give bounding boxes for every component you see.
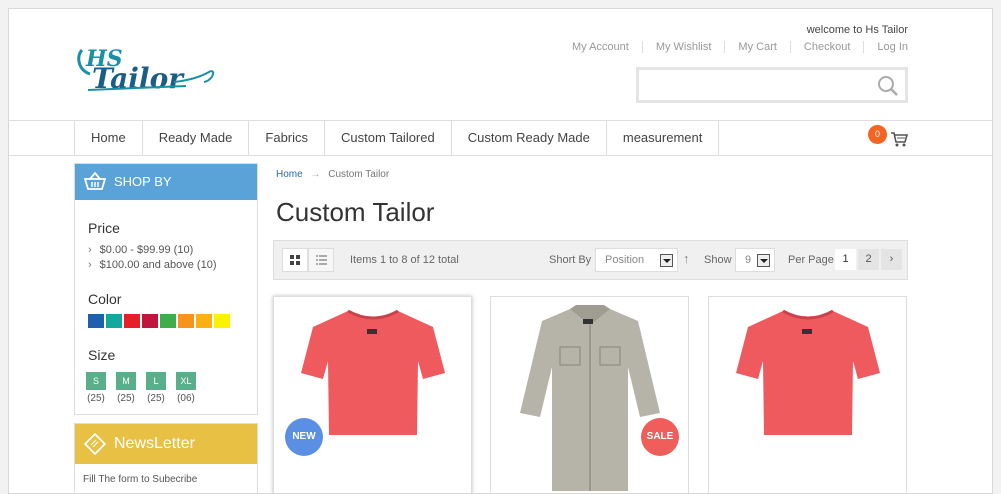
color-swatch-amber[interactable] <box>196 314 212 328</box>
sort-by-value: Position <box>605 254 645 266</box>
pagination: 1 2 › <box>835 249 902 270</box>
grid-view-button[interactable] <box>282 248 308 272</box>
size-count: (25) <box>117 393 135 404</box>
breadcrumb-home[interactable]: Home <box>276 169 303 180</box>
newsletter-icon <box>83 432 107 456</box>
sort-direction-arrow-icon[interactable]: ↑ <box>683 251 690 266</box>
nav-item-ready-made[interactable]: Ready Made <box>143 121 250 155</box>
breadcrumb: Home → Custom Tailor <box>276 169 389 180</box>
product-toolbar: Items 1 to 8 of 12 total Short By Positi… <box>273 240 908 280</box>
color-swatch-blue[interactable] <box>88 314 104 328</box>
search-icon[interactable] <box>877 75 899 97</box>
color-swatch-green[interactable] <box>160 314 176 328</box>
items-count: Items 1 to 8 of 12 total <box>350 254 459 266</box>
page-frame: HS Tailor welcome to Hs Tailor My Accoun… <box>8 8 993 494</box>
newsletter-header: NewsLetter <box>75 424 257 464</box>
newsletter-text: Fill The form to Subecribe <box>83 474 198 485</box>
product-card[interactable]: SALE <box>490 296 689 493</box>
list-view-button[interactable] <box>308 248 334 272</box>
product-card[interactable]: NEW <box>273 296 472 493</box>
show-select[interactable]: 9 <box>735 248 775 272</box>
newsletter-panel: NewsLetter Fill The form to Subecribe <box>74 423 258 493</box>
logo-graphic: HS Tailor <box>77 46 215 95</box>
breadcrumb-current: Custom Tailor <box>328 169 390 180</box>
color-swatch-crimson[interactable] <box>142 314 158 328</box>
nav-item-measurement[interactable]: measurement <box>607 121 720 155</box>
color-swatch-yellow[interactable] <box>214 314 230 328</box>
sort-by-select[interactable]: Position <box>595 248 678 272</box>
cart-button[interactable]: 0 <box>868 125 912 151</box>
my-account-link[interactable]: My Account <box>559 41 643 53</box>
price-filter-title: Price <box>88 220 120 236</box>
nav-item-custom-tailored[interactable]: Custom Tailored <box>325 121 452 155</box>
size-label: L <box>146 372 166 390</box>
new-badge: NEW <box>285 418 323 456</box>
sale-badge: SALE <box>641 418 679 456</box>
nav-item-custom-ready-made[interactable]: Custom Ready Made <box>452 121 607 155</box>
tshirt-image <box>736 309 880 435</box>
price-option[interactable]: $100.00 and above (10) <box>88 258 217 273</box>
newsletter-title: NewsLetter <box>114 435 195 452</box>
shirt-image <box>520 305 660 491</box>
welcome-message: welcome to Hs Tailor <box>806 24 908 36</box>
tshirt-image <box>301 309 445 435</box>
show-value: 9 <box>745 254 752 266</box>
color-filter-title: Color <box>88 291 122 307</box>
color-swatch-orange[interactable] <box>178 314 194 328</box>
view-mode-switcher <box>282 248 334 272</box>
per-page-label: Per Page <box>788 254 834 266</box>
sort-by-label: Short By <box>549 254 592 266</box>
size-count: (06) <box>177 393 195 404</box>
search-input[interactable] <box>639 70 869 100</box>
size-options: S (25) M (25) L (25) XL (06) <box>86 372 196 404</box>
main-nav: Home Ready Made Fabrics Custom Tailored … <box>9 120 992 156</box>
checkout-link[interactable]: Checkout <box>791 41 865 53</box>
size-option-l[interactable]: L (25) <box>146 372 166 404</box>
size-label: XL <box>176 372 196 390</box>
basket-icon <box>84 171 106 190</box>
top-links: My Account My Wishlist My Cart Checkout … <box>559 41 908 53</box>
search-box <box>636 67 908 103</box>
color-swatches <box>88 314 230 328</box>
next-page-chevron-icon[interactable]: › <box>881 249 902 270</box>
show-label: Show <box>704 254 732 266</box>
price-filter-list: $0.00 - $99.99 (10) $100.00 and above (1… <box>88 243 217 273</box>
cart-icon <box>891 132 908 147</box>
page-title: Custom Tailor <box>276 197 435 227</box>
shop-by-panel: SHOP BY Price $0.00 - $99.99 (10) $100.0… <box>74 163 258 415</box>
nav-item-fabrics[interactable]: Fabrics <box>249 121 326 155</box>
color-swatch-red[interactable] <box>124 314 140 328</box>
my-wishlist-link[interactable]: My Wishlist <box>643 41 726 53</box>
size-option-xl[interactable]: XL (06) <box>176 372 196 404</box>
nav-item-home[interactable]: Home <box>75 121 143 155</box>
breadcrumb-separator-icon: → <box>310 169 321 180</box>
size-count: (25) <box>87 393 105 404</box>
size-label: S <box>86 372 106 390</box>
my-cart-link[interactable]: My Cart <box>725 41 791 53</box>
page-1-button[interactable]: 1 <box>835 249 856 270</box>
color-swatch-teal[interactable] <box>106 314 122 328</box>
size-option-m[interactable]: M (25) <box>116 372 136 404</box>
size-filter-title: Size <box>88 347 116 363</box>
cart-count-badge: 0 <box>868 125 887 144</box>
size-count: (25) <box>147 393 165 404</box>
grid-icon <box>290 255 300 265</box>
logo[interactable]: HS Tailor <box>74 36 219 96</box>
chevron-down-icon <box>757 254 770 267</box>
shop-by-header: SHOP BY <box>75 164 257 200</box>
price-option[interactable]: $0.00 - $99.99 (10) <box>88 243 217 258</box>
chevron-down-icon <box>660 254 673 267</box>
size-label: M <box>116 372 136 390</box>
size-option-s[interactable]: S (25) <box>86 372 106 404</box>
shop-by-title: SHOP BY <box>114 174 172 189</box>
list-icon <box>315 255 327 265</box>
product-card[interactable] <box>708 296 907 493</box>
login-link[interactable]: Log In <box>864 41 908 53</box>
page-2-button[interactable]: 2 <box>858 249 879 270</box>
